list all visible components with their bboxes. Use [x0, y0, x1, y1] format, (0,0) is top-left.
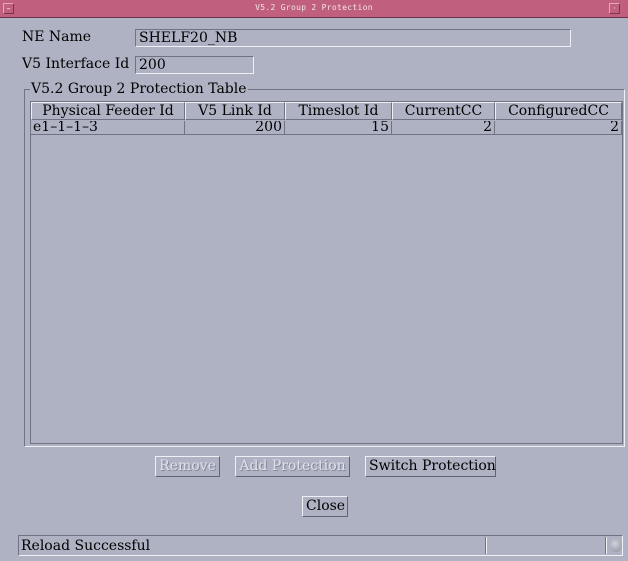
status-divider — [485, 537, 487, 554]
switch-protection-button[interactable]: Switch Protection — [365, 456, 496, 477]
close-button[interactable]: Close — [302, 496, 348, 517]
status-divider — [605, 537, 607, 554]
column-header-physical-feeder-id[interactable]: Physical Feeder Id — [31, 102, 185, 120]
protection-table[interactable]: Physical Feeder Id V5 Link Id Timeslot I… — [30, 101, 623, 444]
column-header-configured-cc[interactable]: ConfiguredCC — [495, 102, 622, 120]
column-header-v5-link-id[interactable]: V5 Link Id — [185, 102, 285, 120]
status-indicator-icon — [610, 539, 622, 552]
status-message: Reload Successful — [21, 538, 151, 554]
table-row-configured-cc[interactable]: 2 — [495, 121, 622, 135]
v5-interface-id-label: V5 Interface Id — [22, 56, 130, 72]
title-bar[interactable]: – V5.2 Group 2 Protection · — [0, 0, 628, 18]
add-protection-button[interactable]: Add Protection — [235, 456, 350, 477]
table-row-timeslot-id[interactable]: 15 — [285, 121, 392, 135]
table-row-physical-feeder-id[interactable]: e1–1–1–3 — [31, 121, 185, 135]
column-header-current-cc[interactable]: CurrentCC — [392, 102, 495, 120]
protection-table-title: V5.2 Group 2 Protection Table — [30, 81, 248, 97]
table-row-v5-link-id[interactable]: 200 — [185, 121, 285, 135]
ne-name-label: NE Name — [22, 29, 92, 45]
v5-interface-id-field: 200 — [135, 56, 254, 74]
minimize-icon[interactable]: · — [609, 3, 620, 14]
ne-name-field: SHELF20_NB — [135, 29, 571, 47]
window-title: V5.2 Group 2 Protection — [255, 3, 373, 12]
remove-button[interactable]: Remove — [155, 456, 220, 477]
column-header-timeslot-id[interactable]: Timeslot Id — [285, 102, 392, 120]
table-row-current-cc[interactable]: 2 — [392, 121, 495, 135]
status-bar: Reload Successful — [18, 535, 623, 556]
